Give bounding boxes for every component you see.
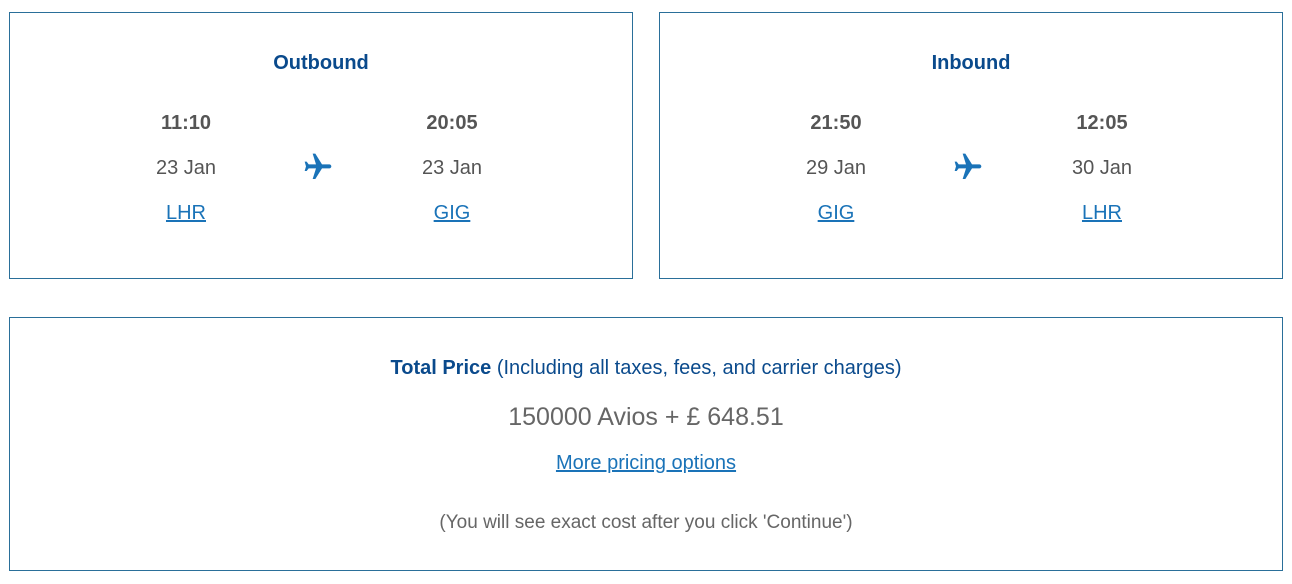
outbound-flight-card: Outbound 11:10 23 Jan LHR 20:05 23 Jan G… [9, 12, 633, 279]
more-pricing-options-link[interactable]: More pricing options [556, 452, 736, 474]
outbound-title: Outbound [273, 52, 369, 74]
exact-cost-note: (You will see exact cost after you click… [439, 512, 853, 533]
outbound-departure-airport-link[interactable]: LHR [166, 201, 206, 225]
inbound-departure-airport-link[interactable]: GIG [818, 201, 855, 225]
outbound-departure-date: 23 Jan [155, 157, 217, 179]
outbound-departure: 11:10 23 Jan LHR [106, 111, 266, 225]
total-price-label: Total Price [390, 357, 492, 379]
inbound-arrival-time: 12:05 [1076, 112, 1128, 134]
outbound-arrival-airport-link[interactable]: GIG [434, 201, 471, 225]
inbound-arrival-airport-link[interactable]: LHR [1082, 201, 1122, 225]
inbound-arrival: 12:05 30 Jan LHR [1022, 111, 1182, 225]
outbound-departure-time: 11:10 [160, 112, 212, 134]
airplane-icon [954, 153, 982, 179]
outbound-arrival-date: 23 Jan [421, 157, 483, 179]
inbound-departure: 21:50 29 Jan GIG [756, 111, 916, 225]
total-price-qualifier: (Including all taxes, fees, and carrier … [491, 357, 902, 379]
outbound-arrival-time: 20:05 [426, 112, 478, 134]
pricing-options-row: More pricing options [10, 452, 1282, 475]
total-price-heading: Total Price (Including all taxes, fees, … [10, 357, 1282, 380]
total-price-card: Total Price (Including all taxes, fees, … [9, 317, 1283, 571]
inbound-flight-card: Inbound 21:50 29 Jan GIG 12:05 30 Jan LH… [659, 12, 1283, 279]
total-price-value: 150000 Avios + £ 648.51 [508, 403, 784, 431]
inbound-departure-date: 29 Jan [805, 157, 867, 179]
outbound-arrival: 20:05 23 Jan GIG [372, 111, 532, 225]
airplane-icon [304, 153, 332, 179]
inbound-arrival-date: 30 Jan [1071, 157, 1133, 179]
inbound-departure-time: 21:50 [810, 112, 862, 134]
inbound-title: Inbound [931, 52, 1011, 74]
